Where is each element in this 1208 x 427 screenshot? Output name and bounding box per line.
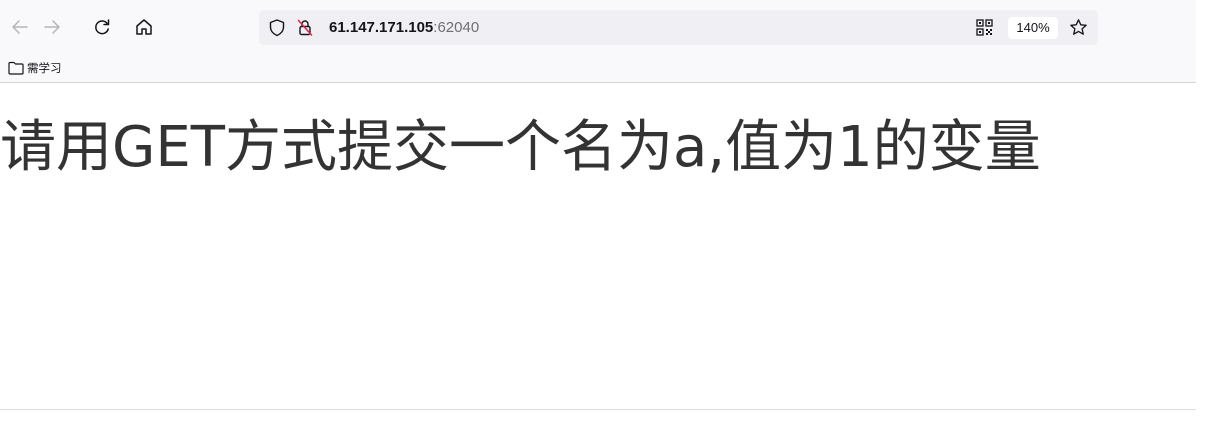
reload-icon: [95, 19, 110, 35]
url-port: :62040: [433, 19, 480, 36]
browser-chrome: 61.147.171.105:62040 140% 需学习: [0, 0, 1196, 83]
bookmarks-toolbar: 需学习: [0, 54, 1196, 81]
bookmark-folder-label: 需学习: [27, 61, 62, 75]
qr-code-button[interactable]: [976, 19, 993, 40]
forward-button[interactable]: [40, 15, 64, 39]
home-icon: [136, 19, 152, 35]
reload-button[interactable]: [90, 15, 114, 39]
bookmark-folder-item[interactable]: 需学习: [8, 58, 62, 78]
arrow-left-icon: [12, 20, 28, 34]
folder-icon: [8, 61, 24, 75]
site-info-button[interactable]: [296, 18, 314, 41]
url-bar[interactable]: 61.147.171.105:62040 140%: [259, 10, 1098, 45]
tracking-protection-button[interactable]: [268, 18, 286, 41]
page-content: 请用GET方式提交一个名为a,值为1的变量: [0, 83, 1196, 409]
qr-code-icon: [976, 19, 993, 36]
back-button[interactable]: [8, 15, 32, 39]
url-host: 61.147.171.105: [329, 19, 434, 36]
home-button[interactable]: [132, 15, 156, 39]
arrow-right-icon: [44, 20, 60, 34]
lock-slash-icon: [297, 19, 313, 36]
zoom-reset-button[interactable]: 140%: [1008, 17, 1058, 39]
navigation-toolbar: 61.147.171.105:62040 140%: [0, 0, 1196, 54]
url-text[interactable]: 61.147.171.105:62040: [329, 18, 479, 37]
shield-icon: [269, 19, 285, 37]
page-heading: 请用GET方式提交一个名为a,值为1的变量: [0, 115, 1041, 180]
star-icon: [1070, 19, 1087, 35]
bookmark-page-button[interactable]: [1069, 18, 1088, 41]
page-bottom-divider: [0, 409, 1196, 410]
